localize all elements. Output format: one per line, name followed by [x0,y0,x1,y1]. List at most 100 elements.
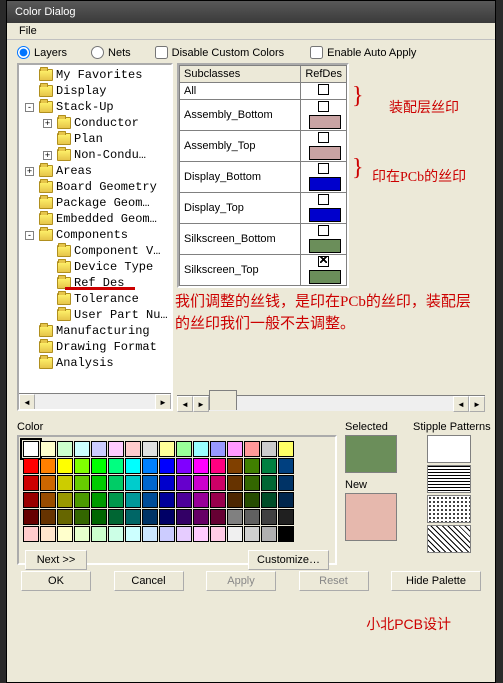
color-cell[interactable] [227,458,243,474]
stipple-dots[interactable] [427,495,471,523]
color-cell[interactable] [91,526,107,542]
color-cell[interactable] [261,492,277,508]
tree-item[interactable]: Package Geom… [19,195,171,211]
color-cell[interactable] [23,526,39,542]
scroll-right-icon[interactable]: ► [155,394,171,410]
tree-item[interactable]: Display [19,83,171,99]
refdes-checkbox[interactable] [318,256,329,267]
color-cell[interactable] [74,475,90,491]
color-cell[interactable] [227,492,243,508]
color-cell[interactable] [74,492,90,508]
color-cell[interactable] [261,526,277,542]
color-cell[interactable] [278,526,294,542]
refdes-checkbox[interactable] [318,101,329,112]
color-cell[interactable] [91,441,107,457]
grid-row[interactable]: Silkscreen_Top [180,255,347,286]
color-swatch[interactable] [309,115,341,129]
expand-icon[interactable]: - [25,231,34,240]
tree-item[interactable]: Board Geometry [19,179,171,195]
color-cell[interactable] [159,509,175,525]
chk-auto-input[interactable] [310,46,323,59]
color-cell[interactable] [193,509,209,525]
refdes-checkbox[interactable] [318,194,329,205]
tree-item[interactable]: Tolerance [19,291,171,307]
color-cell[interactable] [227,475,243,491]
stipple-diag[interactable] [427,525,471,553]
color-cell[interactable] [142,475,158,491]
color-cell[interactable] [244,526,260,542]
chk-disable-input[interactable] [155,46,168,59]
color-cell[interactable] [74,526,90,542]
color-cell[interactable] [244,509,260,525]
color-cell[interactable] [210,526,226,542]
scroll-left-icon[interactable]: ◄ [453,396,469,412]
scroll-right-icon[interactable]: ► [469,396,485,412]
color-swatch[interactable] [309,208,341,222]
tree-item[interactable]: +Non-Condu… [19,147,171,163]
color-cell[interactable] [261,509,277,525]
color-cell[interactable] [193,526,209,542]
tree-hscroll[interactable]: ◄► [19,393,171,409]
color-cell[interactable] [125,475,141,491]
scroll-track[interactable] [35,394,155,409]
color-cell[interactable] [40,441,56,457]
color-cell[interactable] [210,509,226,525]
next-button[interactable]: Next >> [25,550,87,570]
color-cell[interactable] [108,475,124,491]
col-refdes[interactable]: RefDes [301,66,347,83]
scroll-left-icon[interactable]: ◄ [19,394,35,410]
color-cell[interactable] [23,475,39,491]
tree-item[interactable]: -Stack-Up [19,99,171,115]
tree-item[interactable]: Device Type [19,259,171,275]
color-cell[interactable] [278,441,294,457]
apply-button[interactable]: Apply [206,571,276,591]
stipple-lines[interactable] [427,465,471,493]
color-cell[interactable] [74,458,90,474]
tree-item[interactable]: +Areas [19,163,171,179]
color-cell[interactable] [125,492,141,508]
color-cell[interactable] [193,492,209,508]
chk-disable-custom[interactable]: Disable Custom Colors [155,46,284,59]
color-cell[interactable] [40,475,56,491]
color-cell[interactable] [227,441,243,457]
color-cell[interactable] [278,509,294,525]
color-cell[interactable] [210,492,226,508]
color-cell[interactable] [244,441,260,457]
color-swatch[interactable] [309,270,341,284]
color-cell[interactable] [23,509,39,525]
expand-icon[interactable]: + [25,167,34,176]
grid-row[interactable]: Assembly_Top [180,131,347,162]
color-cell[interactable] [176,526,192,542]
color-cell[interactable] [176,492,192,508]
tree-item[interactable]: Embedded Geom… [19,211,171,227]
color-cell[interactable] [142,492,158,508]
color-cell[interactable] [142,526,158,542]
color-cell[interactable] [108,492,124,508]
grid-hscroll[interactable]: ◄ ► ◄ ► [177,395,485,411]
layer-tree[interactable]: My FavoritesDisplay-Stack-Up+ConductorPl… [19,65,171,395]
color-cell[interactable] [108,526,124,542]
color-cell[interactable] [193,441,209,457]
color-cell[interactable] [125,509,141,525]
color-cell[interactable] [176,458,192,474]
radio-nets-input[interactable] [91,46,104,59]
color-cell[interactable] [57,441,73,457]
stipple-solid[interactable] [427,435,471,463]
color-cell[interactable] [40,509,56,525]
grid-row[interactable]: Display_Bottom [180,162,347,193]
color-cell[interactable] [261,475,277,491]
tree-item[interactable]: Component V… [19,243,171,259]
color-cell[interactable] [125,526,141,542]
tree-item[interactable]: -Components [19,227,171,243]
color-cell[interactable] [227,509,243,525]
color-cell[interactable] [40,458,56,474]
color-cell[interactable] [125,441,141,457]
hide-palette-button[interactable]: Hide Palette [391,571,481,591]
grid-row[interactable]: Silkscreen_Bottom [180,224,347,255]
color-cell[interactable] [227,526,243,542]
color-cell[interactable] [159,475,175,491]
color-cell[interactable] [74,441,90,457]
tree-item[interactable]: Manufacturing [19,323,171,339]
color-cell[interactable] [142,441,158,457]
tree-item[interactable]: +Conductor [19,115,171,131]
